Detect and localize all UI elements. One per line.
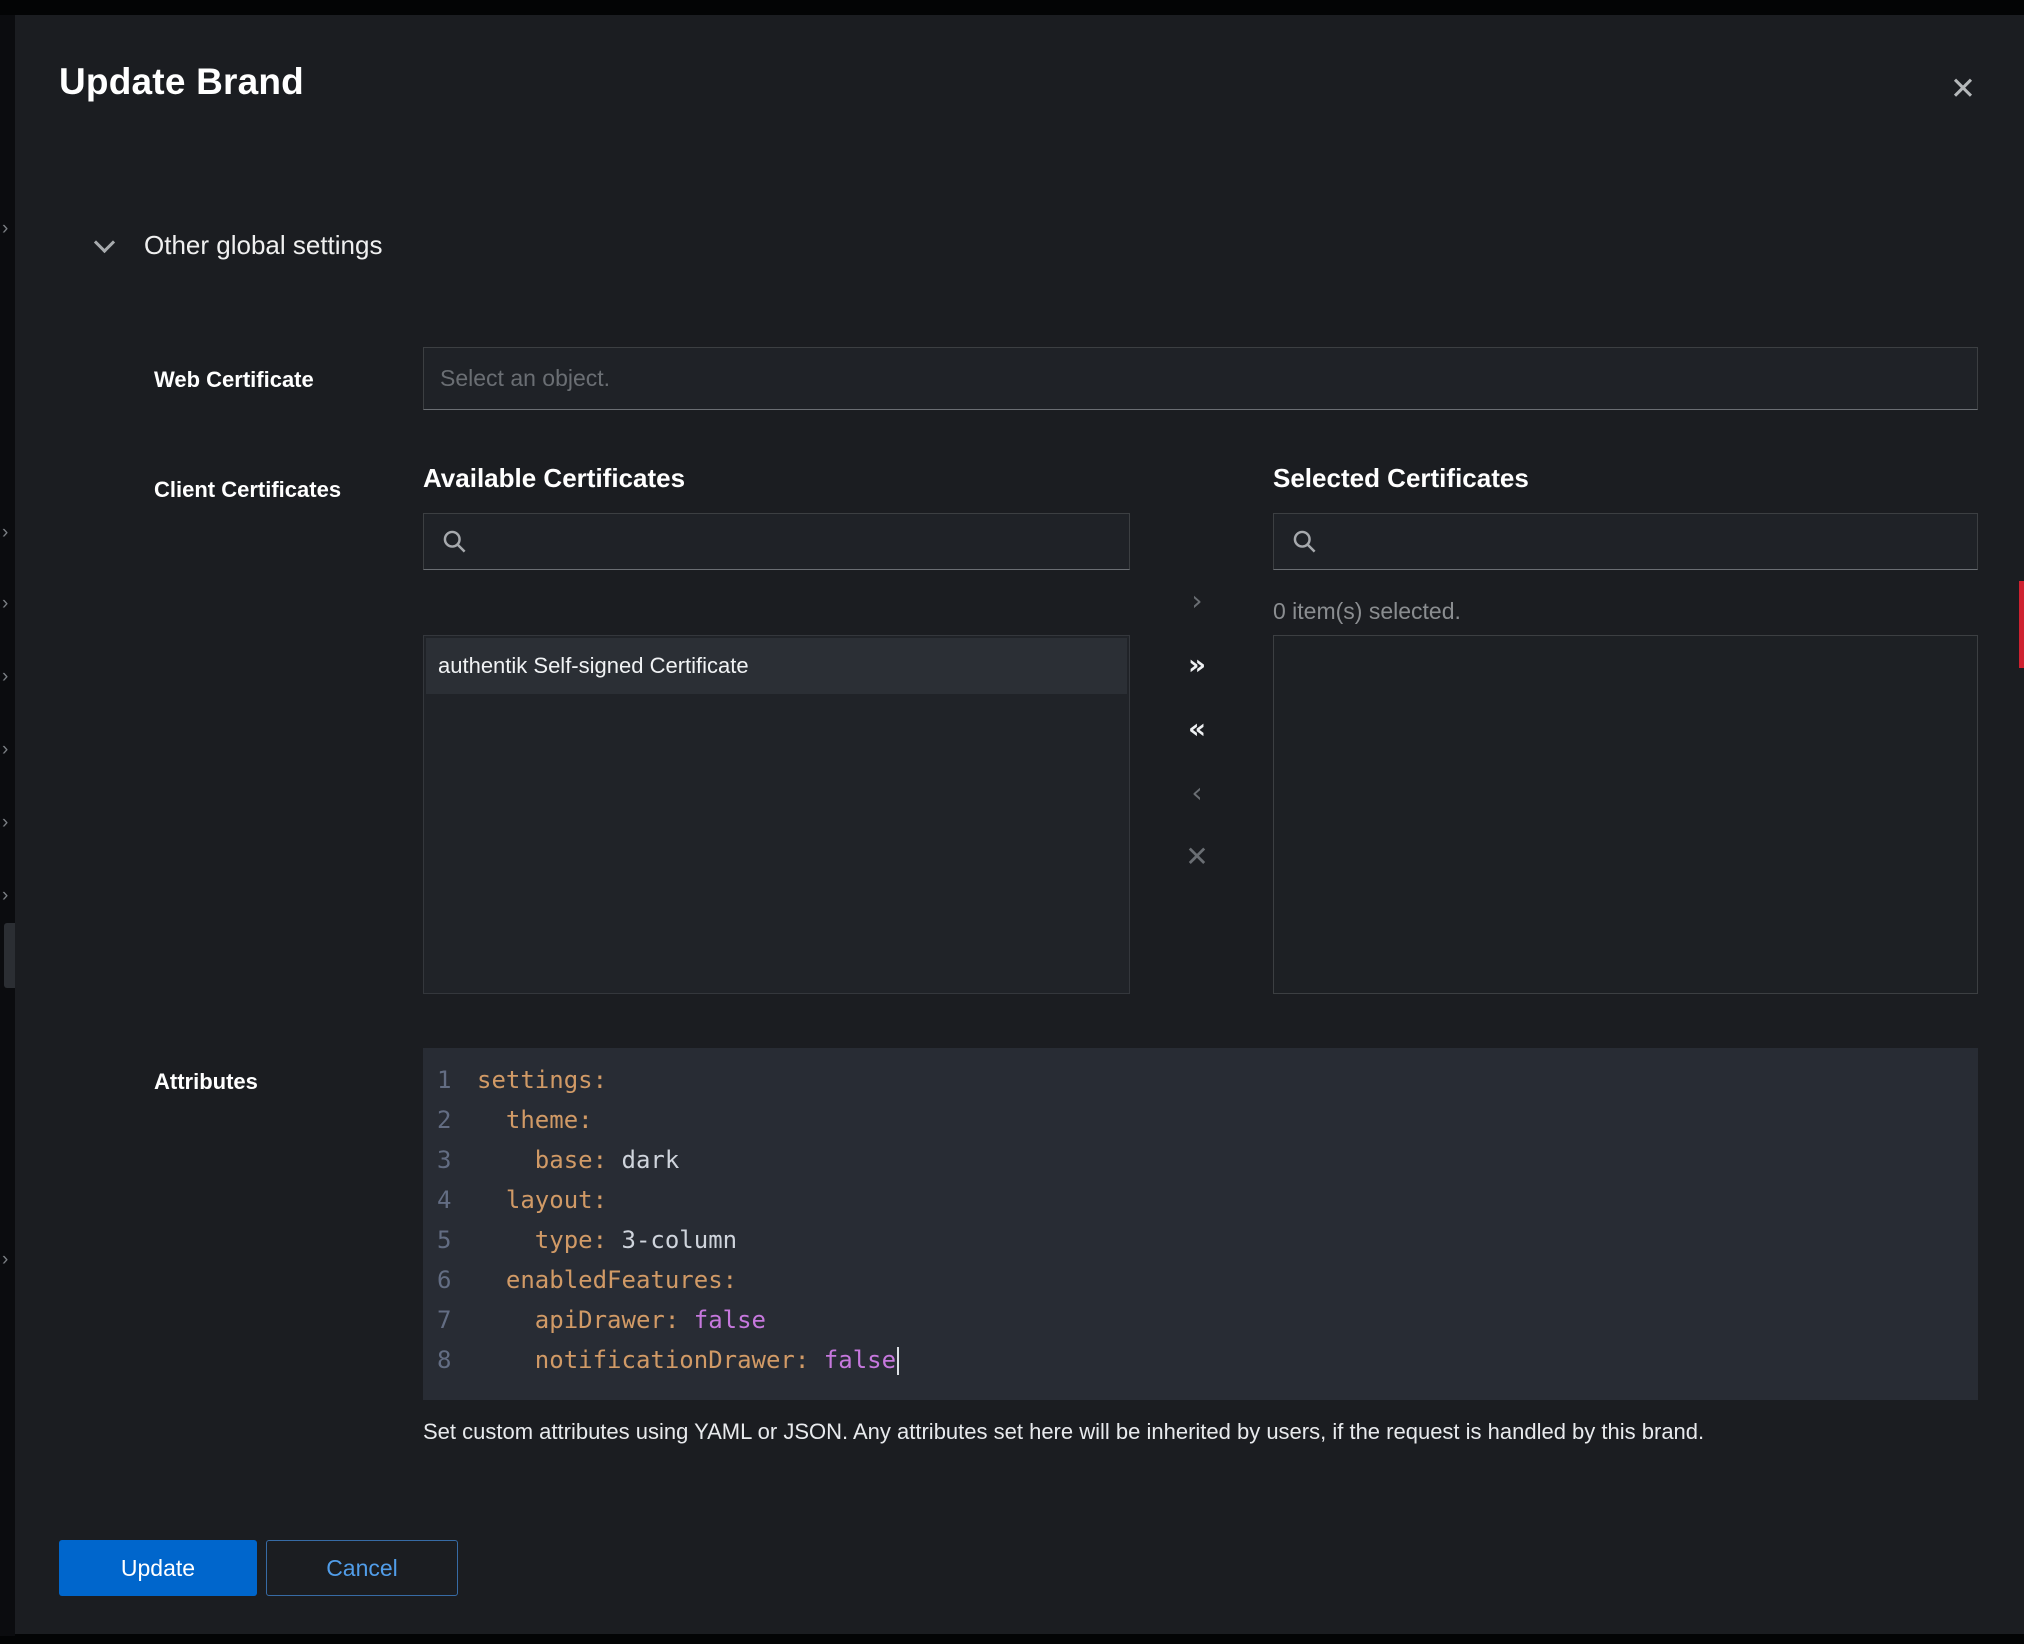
text-cursor bbox=[897, 1347, 899, 1375]
update-button[interactable]: Update bbox=[59, 1540, 257, 1596]
code-line: 8 notificationDrawer: false bbox=[423, 1340, 1978, 1380]
update-brand-modal: Update Brand ✕ Other global settings Web… bbox=[15, 15, 2024, 1634]
right-edge-accent bbox=[2019, 581, 2024, 668]
line-number: 2 bbox=[423, 1100, 473, 1140]
move-all-left-button[interactable]: « bbox=[1177, 709, 1217, 749]
client-certificates-label: Client Certificates bbox=[154, 477, 341, 503]
web-certificate-label: Web Certificate bbox=[154, 367, 314, 393]
code-line: 7 apiDrawer: false bbox=[423, 1300, 1978, 1340]
selected-search bbox=[1273, 513, 1978, 570]
attributes-help-text: Set custom attributes using YAML or JSON… bbox=[423, 1419, 1943, 1445]
list-item[interactable]: authentik Self-signed Certificate bbox=[426, 638, 1127, 694]
available-search-input[interactable] bbox=[423, 513, 1130, 570]
sidebar-chevron-icon: › bbox=[2, 740, 8, 759]
web-certificate-input[interactable] bbox=[423, 347, 1978, 410]
line-number: 1 bbox=[423, 1060, 473, 1100]
move-selected-left-button[interactable]: ‹ bbox=[1177, 773, 1217, 813]
code-line: 5 type: 3-column bbox=[423, 1220, 1978, 1260]
line-number: 8 bbox=[423, 1340, 473, 1380]
line-number: 4 bbox=[423, 1180, 473, 1220]
sidebar-edge: › › › › › › › › bbox=[0, 15, 15, 1636]
sidebar-chevron-icon: › bbox=[2, 594, 8, 613]
move-selected-right-button[interactable]: › bbox=[1177, 581, 1217, 621]
selected-search-input[interactable] bbox=[1273, 513, 1978, 570]
sidebar-active-item-edge bbox=[4, 923, 15, 988]
attributes-code-editor[interactable]: 1settings:2 theme:3 base: dark4 layout:5… bbox=[423, 1048, 1978, 1400]
code-line: 2 theme: bbox=[423, 1100, 1978, 1140]
chevron-down-icon bbox=[94, 231, 115, 252]
code-line: 3 base: dark bbox=[423, 1140, 1978, 1180]
transfer-controls: › » « ‹ ✕ bbox=[1177, 581, 1217, 901]
selected-count-status: 0 item(s) selected. bbox=[1273, 598, 1461, 625]
section-toggle-other-global-settings[interactable]: Other global settings bbox=[85, 223, 382, 267]
section-label: Other global settings bbox=[144, 230, 382, 261]
top-bar bbox=[0, 0, 2024, 15]
line-number: 6 bbox=[423, 1260, 473, 1300]
selected-certificates-list[interactable] bbox=[1273, 635, 1978, 994]
close-icon[interactable]: ✕ bbox=[1941, 67, 1985, 111]
sidebar-chevron-icon: › bbox=[2, 886, 8, 905]
move-all-right-button[interactable]: » bbox=[1177, 645, 1217, 685]
clear-selection-button[interactable]: ✕ bbox=[1177, 837, 1217, 877]
cancel-button[interactable]: Cancel bbox=[266, 1540, 458, 1596]
available-certificates-list[interactable]: authentik Self-signed Certificate bbox=[423, 635, 1130, 994]
sidebar-chevron-icon: › bbox=[2, 1250, 8, 1269]
attributes-label: Attributes bbox=[154, 1069, 258, 1095]
code-line: 4 layout: bbox=[423, 1180, 1978, 1220]
line-number: 3 bbox=[423, 1140, 473, 1180]
line-number: 5 bbox=[423, 1220, 473, 1260]
available-certificates-heading: Available Certificates bbox=[423, 463, 685, 494]
sidebar-chevron-icon: › bbox=[2, 523, 8, 542]
modal-title: Update Brand bbox=[59, 61, 304, 103]
code-line: 1settings: bbox=[423, 1060, 1978, 1100]
sidebar-chevron-icon: › bbox=[2, 813, 8, 832]
selected-certificates-heading: Selected Certificates bbox=[1273, 463, 1529, 494]
line-number: 7 bbox=[423, 1300, 473, 1340]
sidebar-chevron-icon: › bbox=[2, 219, 8, 238]
available-search bbox=[423, 513, 1130, 570]
sidebar-chevron-icon: › bbox=[2, 667, 8, 686]
code-line: 6 enabledFeatures: bbox=[423, 1260, 1978, 1300]
page: { "chrome": { "sidebar_chevron_glyph": "… bbox=[0, 0, 2024, 1644]
